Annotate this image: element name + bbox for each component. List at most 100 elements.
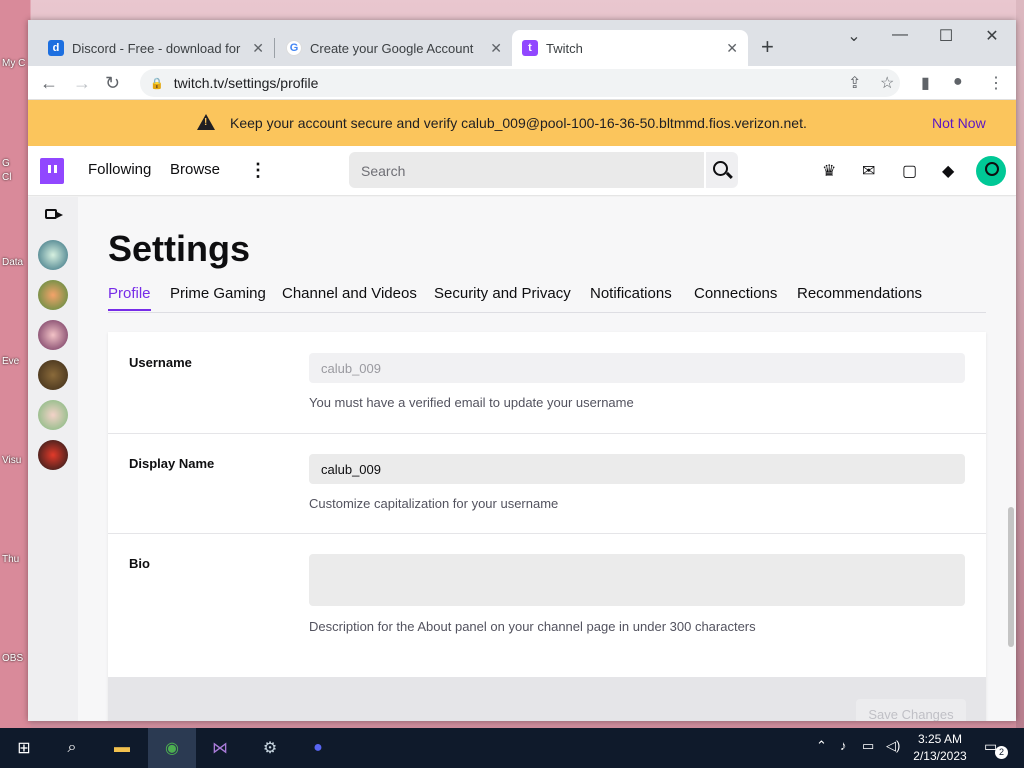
- tab-label: Twitch: [546, 40, 583, 56]
- profile-settings-card: Username calub_009 You must have a verif…: [108, 332, 986, 721]
- bookmark-star-icon[interactable]: ☆: [880, 73, 894, 93]
- display-name-row: Display Name calub_009 Customize capital…: [108, 434, 986, 534]
- tab-recommendations[interactable]: Recommendations: [797, 285, 922, 302]
- reload-icon[interactable]: ↻: [105, 73, 120, 94]
- side-panel-icon[interactable]: ▮: [921, 73, 930, 93]
- username-hint: You must have a verified email to update…: [309, 395, 634, 410]
- warning-icon: [197, 114, 215, 130]
- username-label: Username: [129, 355, 192, 370]
- inbox-icon[interactable]: ✉: [862, 161, 875, 181]
- search-icon-handle: [726, 171, 733, 179]
- windows-taskbar: ⊞ ⌕ ▬ ◉ ⋈ ⚙ ● ⌃ ♪ ▭ ◁) 3:25 AM 2/13/2023…: [0, 728, 1024, 768]
- desktop-icon-label[interactable]: Cl: [2, 172, 28, 183]
- display-name-hint: Customize capitalization for your userna…: [309, 496, 559, 511]
- url-text: twitch.tv/settings/profile: [173, 75, 319, 91]
- volume-icon[interactable]: ◁): [886, 738, 900, 754]
- desktop-icon-label[interactable]: Visu: [2, 455, 28, 466]
- search-input[interactable]: Search: [349, 152, 704, 188]
- tab-search-icon[interactable]: ⌄: [844, 26, 864, 46]
- tab-notifications[interactable]: Notifications: [590, 285, 672, 302]
- show-hidden-icons[interactable]: ⌃: [816, 738, 827, 754]
- bio-row: Bio Description for the About panel on y…: [108, 534, 986, 657]
- minimize-icon[interactable]: —: [890, 26, 910, 44]
- visual-studio-icon[interactable]: ⋈: [206, 734, 234, 762]
- profile-icon[interactable]: ●: [953, 73, 963, 91]
- tab-label: Create your Google Account: [310, 40, 474, 56]
- steam-icon[interactable]: ⚙: [256, 734, 284, 762]
- page-title: Settings: [108, 228, 251, 269]
- bio-label: Bio: [129, 556, 150, 571]
- tab-channel-and-videos[interactable]: Channel and Videos: [282, 285, 417, 302]
- following-link[interactable]: Following: [88, 161, 151, 178]
- settings-tabs: Profile Prime Gaming Channel and Videos …: [108, 285, 986, 313]
- search-button[interactable]: [706, 152, 738, 188]
- banner-message: Keep your account secure and verify calu…: [230, 115, 807, 131]
- desktop-icon-label[interactable]: OBS: [2, 653, 28, 664]
- close-tab-icon[interactable]: ✕: [490, 40, 502, 57]
- tab-google[interactable]: G Create your Google Account ✕: [276, 30, 512, 66]
- chrome-menu-icon[interactable]: ⋮: [988, 73, 1004, 93]
- verify-email-banner: Keep your account secure and verify calu…: [28, 100, 1016, 146]
- url-field[interactable]: 🔒 twitch.tv/settings/profile: [140, 69, 900, 97]
- page-scrollbar[interactable]: [1008, 507, 1014, 647]
- taskbar-search-icon[interactable]: ⌕: [58, 734, 86, 762]
- twitch-top-nav: Following Browse ⋮ Search ♛ ✉ ▢ ◆: [28, 146, 1016, 196]
- side-nav: [28, 197, 78, 721]
- username-field[interactable]: calub_009: [309, 353, 965, 383]
- channel-avatar[interactable]: [38, 440, 68, 470]
- display-name-field[interactable]: calub_009: [309, 454, 965, 484]
- followed-channels-icon[interactable]: [45, 209, 63, 219]
- new-tab-button[interactable]: +: [761, 34, 774, 60]
- save-changes-button[interactable]: Save Changes: [856, 699, 966, 721]
- tab-strip: d Discord - Free - download for Windows …: [28, 20, 1016, 66]
- share-icon[interactable]: ⇪: [848, 73, 861, 93]
- bits-icon[interactable]: ◆: [942, 161, 954, 181]
- close-tab-icon[interactable]: ✕: [726, 40, 738, 57]
- desktop-icon-label[interactable]: Eve: [2, 356, 28, 367]
- tab-prime-gaming[interactable]: Prime Gaming: [170, 285, 266, 302]
- user-avatar[interactable]: [976, 156, 1006, 186]
- tab-security-and-privacy[interactable]: Security and Privacy: [434, 285, 571, 302]
- forward-icon[interactable]: →: [73, 73, 91, 94]
- system-clock[interactable]: 3:25 AM 2/13/2023: [906, 731, 974, 765]
- tab-label: Discord - Free - download for Windows: [72, 40, 242, 56]
- channel-avatar[interactable]: [38, 240, 68, 270]
- twitch-logo-icon[interactable]: [40, 158, 64, 184]
- desktop-icon-label[interactable]: Thu: [2, 554, 28, 565]
- microphone-icon[interactable]: ♪: [840, 738, 847, 753]
- chrome-icon[interactable]: ◉: [158, 734, 186, 762]
- more-menu-icon[interactable]: ⋮: [249, 160, 267, 181]
- prime-crown-icon[interactable]: ♛: [822, 161, 836, 181]
- notification-count-badge: 2: [995, 746, 1008, 759]
- channel-avatar[interactable]: [38, 280, 68, 310]
- browse-link[interactable]: Browse: [170, 161, 220, 178]
- channel-avatar[interactable]: [38, 400, 68, 430]
- maximize-icon[interactable]: ☐: [936, 26, 956, 46]
- twitch-icon: t: [522, 40, 538, 56]
- bio-field[interactable]: [309, 554, 965, 606]
- settings-main: Settings Profile Prime Gaming Channel an…: [78, 197, 1016, 721]
- address-bar: ← → ↻ 🔒 twitch.tv/settings/profile ⇪ ☆ ▮…: [28, 66, 1016, 100]
- desktop-icon-label[interactable]: My C: [2, 58, 28, 69]
- close-window-icon[interactable]: ✕: [982, 26, 1002, 46]
- tab-discord[interactable]: d Discord - Free - download for Windows …: [38, 30, 274, 66]
- whispers-icon[interactable]: ▢: [902, 161, 917, 181]
- lock-icon[interactable]: 🔒: [150, 77, 164, 90]
- file-explorer-icon[interactable]: ▬: [108, 734, 136, 762]
- start-windows-icon[interactable]: ⊞: [10, 734, 38, 762]
- network-icon[interactable]: ▭: [862, 738, 874, 754]
- back-icon[interactable]: ←: [40, 73, 58, 94]
- not-now-link[interactable]: Not Now: [932, 115, 986, 131]
- desktop-icon-label[interactable]: Data: [2, 257, 28, 268]
- desktop-icon-label[interactable]: G: [2, 158, 28, 169]
- tab-connections[interactable]: Connections: [694, 285, 777, 302]
- discord-taskbar-icon[interactable]: ●: [304, 734, 332, 762]
- channel-avatar[interactable]: [38, 360, 68, 390]
- tab-divider: [274, 38, 275, 58]
- close-tab-icon[interactable]: ✕: [252, 40, 264, 57]
- tab-twitch[interactable]: t Twitch ✕: [512, 30, 748, 66]
- username-row: Username calub_009 You must have a verif…: [108, 332, 986, 434]
- channel-avatar[interactable]: [38, 320, 68, 350]
- desktop-icons: My C G Cl Data Eve Visu Thu OBS: [0, 0, 28, 728]
- tab-profile[interactable]: Profile: [108, 285, 151, 311]
